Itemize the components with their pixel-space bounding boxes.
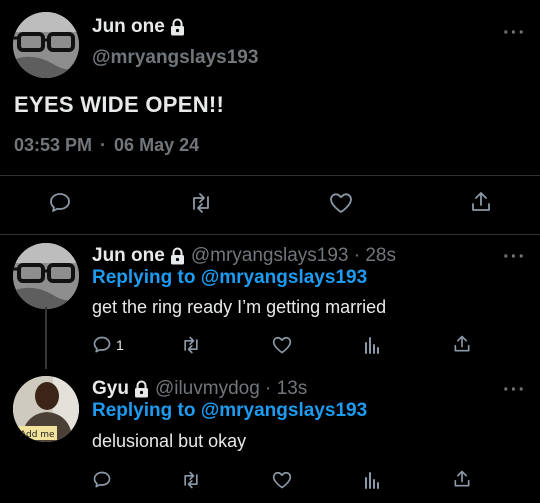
retweet-button[interactable] xyxy=(180,470,202,490)
display-name[interactable]: Jun one xyxy=(92,245,165,267)
thread-line xyxy=(45,307,47,369)
heart-icon xyxy=(272,471,292,489)
share-icon xyxy=(472,192,490,211)
reply-header: Jun one @mryangslays193 · 28s xyxy=(92,245,396,267)
analytics-button[interactable] xyxy=(362,335,382,355)
share-icon xyxy=(454,335,470,352)
separator-dot: · xyxy=(100,135,107,155)
reply-button[interactable] xyxy=(48,191,72,215)
heart-icon xyxy=(272,336,292,354)
retweet-button[interactable] xyxy=(188,191,214,215)
reply-button[interactable]: 1 xyxy=(92,335,124,355)
avatar[interactable] xyxy=(13,12,79,78)
reply-icon xyxy=(93,336,111,353)
like-button[interactable] xyxy=(271,335,293,355)
replying-to: Replying to @mryangslays193 xyxy=(92,400,367,422)
reply-icon xyxy=(93,471,111,488)
replying-to-prefix: Replying to xyxy=(92,400,196,421)
reply-icon xyxy=(50,193,70,212)
share-icon xyxy=(454,470,470,487)
share-button[interactable] xyxy=(452,334,472,354)
author-name-row: Jun one xyxy=(92,16,185,38)
retweet-button[interactable] xyxy=(180,335,202,355)
tweet-date: 06 May 24 xyxy=(114,135,200,155)
more-options-icon[interactable]: ··· xyxy=(503,23,526,43)
lock-icon xyxy=(170,18,185,36)
handle-time[interactable]: @mryangslays193 · 28s xyxy=(191,245,396,267)
author-handle[interactable]: @mryangslays193 xyxy=(92,47,258,69)
retweet-icon xyxy=(193,193,209,213)
lock-icon xyxy=(170,247,185,265)
divider xyxy=(0,234,540,235)
replying-to-prefix: Replying to xyxy=(92,267,196,288)
tweet-time: 03:53 PM xyxy=(14,135,93,155)
more-options-icon[interactable]: ··· xyxy=(503,247,526,267)
lock-icon xyxy=(134,380,149,398)
reply-button[interactable] xyxy=(92,470,112,490)
analytics-button[interactable] xyxy=(362,470,382,490)
analytics-icon xyxy=(365,337,379,354)
like-button[interactable] xyxy=(328,191,354,215)
display-name[interactable]: Gyu xyxy=(92,378,129,400)
display-name[interactable]: Jun one xyxy=(92,16,165,38)
replying-to-handle[interactable]: @mryangslays193 xyxy=(201,267,367,288)
replying-to: Replying to @mryangslays193 xyxy=(92,267,367,289)
like-button[interactable] xyxy=(271,470,293,490)
divider xyxy=(0,175,540,176)
reply-header: Gyu @iluvmydog · 13s xyxy=(92,378,307,400)
reply-count: 1 xyxy=(116,337,124,353)
share-button[interactable] xyxy=(469,190,493,214)
tweet-timestamp: 03:53 PM · 06 May 24 xyxy=(14,135,199,156)
more-options-icon[interactable]: ··· xyxy=(503,380,526,400)
glasses-photo-icon xyxy=(13,243,79,309)
analytics-icon xyxy=(365,472,379,489)
replying-to-handle[interactable]: @mryangslays193 xyxy=(201,400,367,421)
reply-text: delusional but okay xyxy=(92,431,247,451)
handle-time[interactable]: @iluvmydog · 13s xyxy=(155,378,307,400)
retweet-icon xyxy=(184,336,198,354)
glasses-photo-icon xyxy=(13,12,79,78)
heart-icon xyxy=(330,193,352,213)
share-button[interactable] xyxy=(452,469,472,489)
avatar[interactable] xyxy=(13,243,79,309)
retweet-icon xyxy=(184,471,198,489)
reply-text: get the ring ready I’m getting married xyxy=(92,297,387,317)
tweet-text: EYES WIDE OPEN!! xyxy=(14,92,225,117)
sign-text: Add me xyxy=(20,430,55,440)
